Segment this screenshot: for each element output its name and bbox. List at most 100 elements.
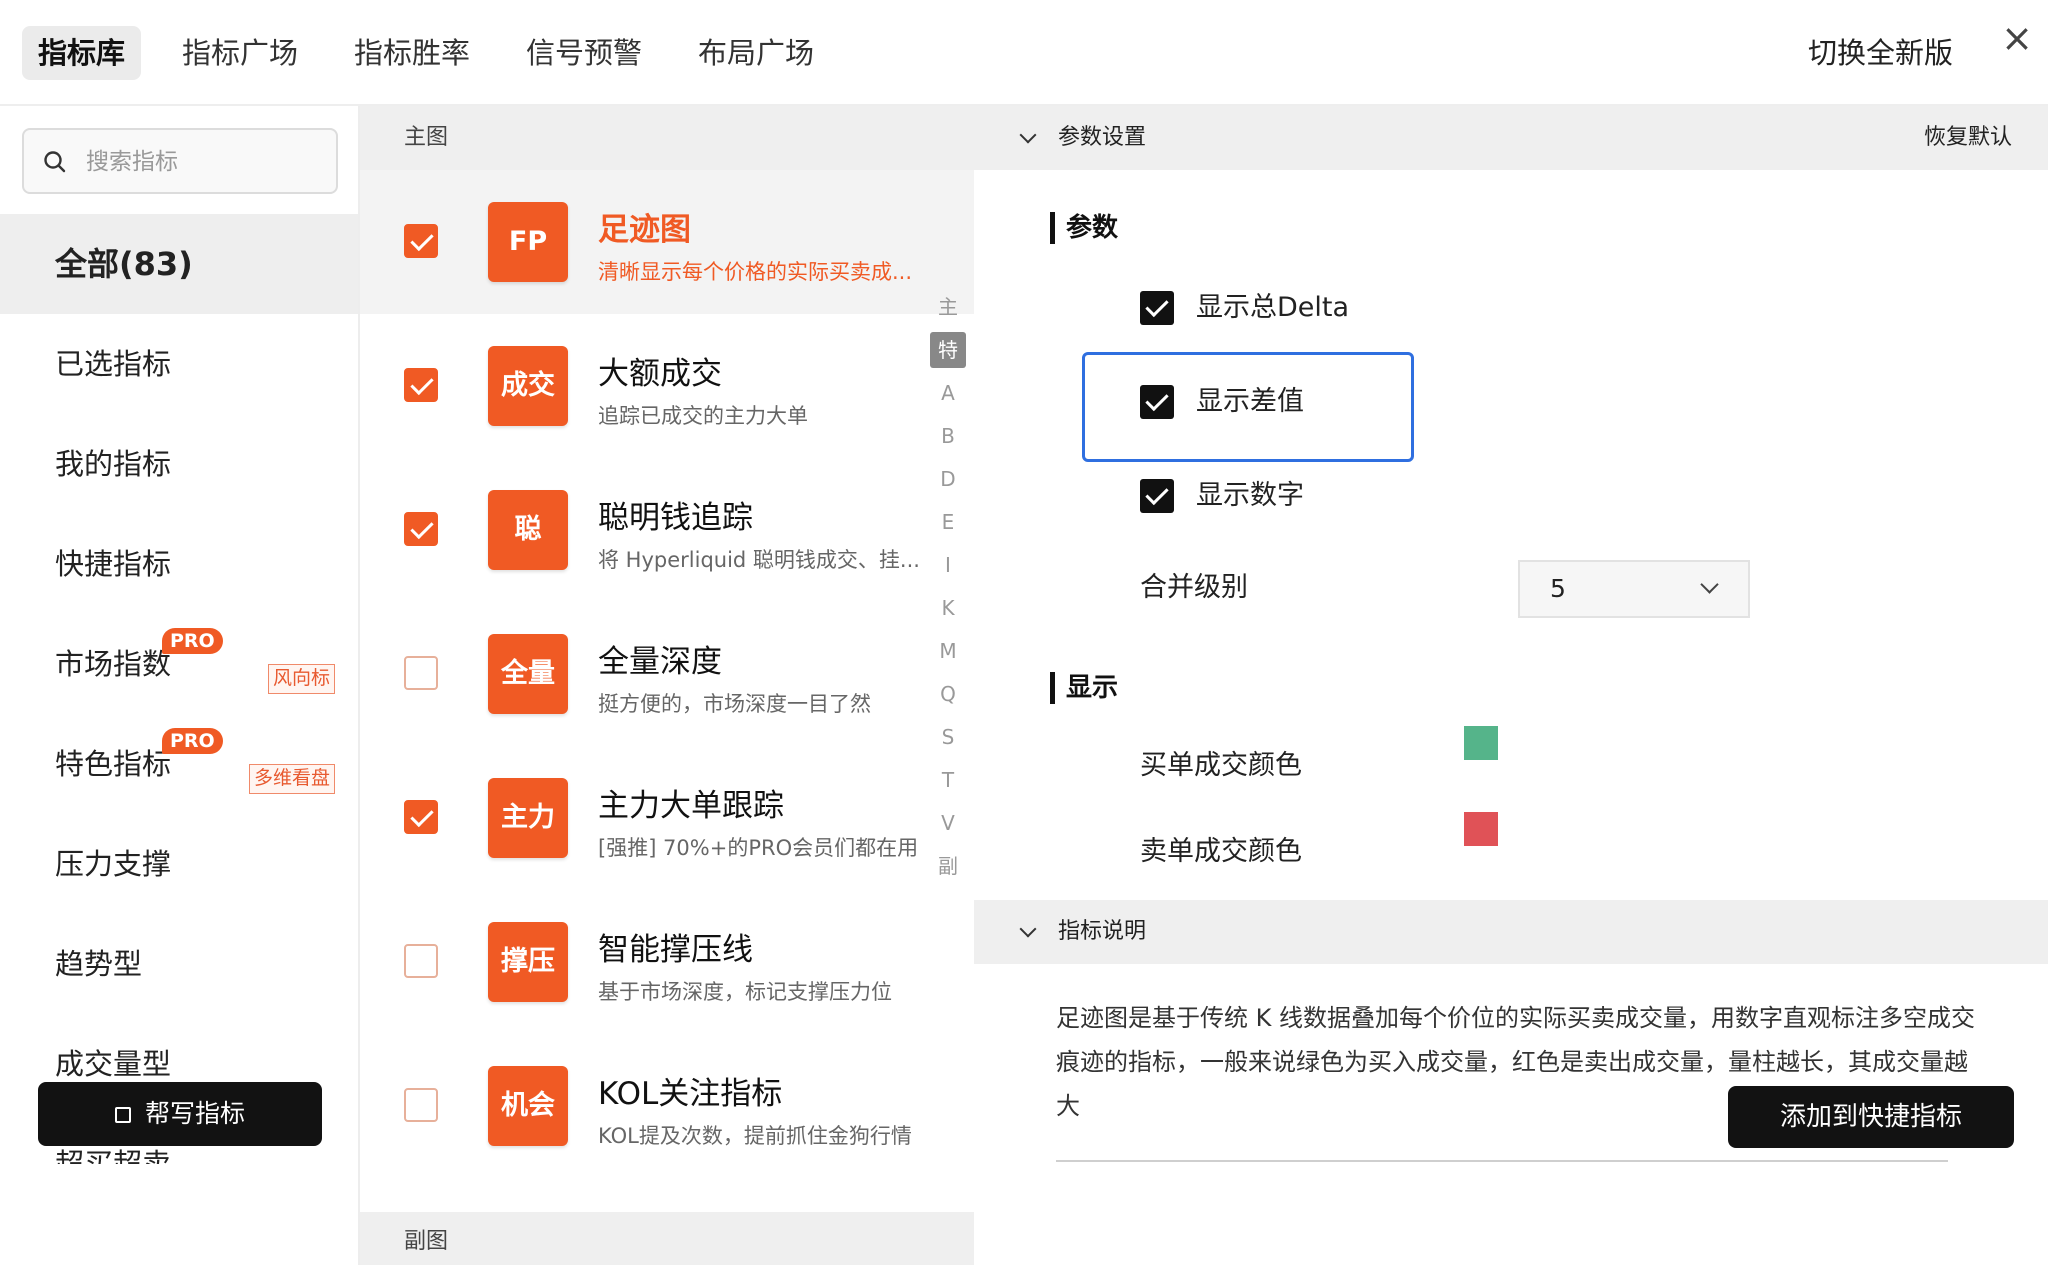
indicator-title: 全量深度: [598, 644, 722, 680]
indicator-row[interactable]: 全量 全量深度 挺方便的，市场深度一目了然: [360, 602, 974, 746]
divider: [1056, 1160, 1948, 1162]
category-pressure-support[interactable]: 压力支撑: [0, 814, 358, 914]
category-label: 趋势型: [55, 947, 143, 981]
search-box[interactable]: [22, 128, 338, 194]
code-icon: [114, 1107, 131, 1123]
buy-color-label: 买单成交颜色: [1140, 750, 1302, 781]
pro-badge: PRO: [162, 628, 223, 654]
params-header[interactable]: 参数设置 恢复默认: [974, 106, 2048, 170]
alpha-index-item[interactable]: 主: [930, 286, 966, 329]
merge-level-label: 合并级别: [1140, 572, 1248, 603]
close-icon[interactable]: ×: [2000, 18, 2034, 58]
category-label: 特色指标: [55, 747, 172, 781]
params-header-title: 参数设置: [1058, 125, 1147, 150]
indicator-row[interactable]: FP 足迹图 清晰显示每个价格的实际买卖成...: [360, 170, 974, 314]
indicator-desc: 将 Hyperliquid 聪明钱成交、挂...: [598, 548, 920, 572]
chevron-down-icon: [1019, 126, 1037, 144]
alpha-index-item[interactable]: M: [930, 630, 966, 673]
indicator-settings-panel: 参数设置 恢复默认 参数 显示总Delta 显示差值 显示数字 合并级别 5 显…: [974, 106, 2048, 1265]
option-label: 显示数字: [1196, 480, 1304, 511]
buy-color-swatch[interactable]: [1464, 726, 1498, 760]
help-write-indicator-button[interactable]: 帮写指标: [38, 1082, 322, 1146]
indicator-checkbox[interactable]: [404, 656, 438, 690]
group-title-display: 显示: [1050, 672, 1118, 704]
indicator-row[interactable]: 聪 聪明钱追踪 将 Hyperliquid 聪明钱成交、挂...: [360, 458, 974, 602]
tab-indicator-library[interactable]: 指标库: [22, 26, 142, 80]
category-market-index[interactable]: 市场指数 PRO 风向标: [0, 614, 358, 714]
indicator-checkbox[interactable]: [404, 944, 438, 978]
indicator-title: 足迹图: [598, 212, 691, 248]
indicator-checkbox[interactable]: [404, 1088, 438, 1122]
switch-new-version-link[interactable]: 切换全新版: [1808, 28, 1953, 78]
indicator-checkbox[interactable]: [404, 224, 438, 258]
category-mine[interactable]: 我的指标: [0, 414, 358, 514]
alpha-index-item[interactable]: A: [930, 372, 966, 415]
alphabet-index: 主 特 A B D E I K M Q S T V 副: [930, 286, 966, 888]
indicator-badge: 主力: [488, 778, 568, 858]
alpha-index-item[interactable]: K: [930, 587, 966, 630]
search-icon: [44, 151, 66, 173]
indicator-checkbox[interactable]: [404, 512, 438, 546]
search-input[interactable]: [86, 140, 326, 184]
indicator-desc: 清晰显示每个价格的实际买卖成...: [598, 260, 913, 284]
indicator-badge: 机会: [488, 1066, 568, 1146]
category-sidebar: 全部(83) 已选指标 我的指标 快捷指标 市场指数 PRO 风向标 特色指标 …: [0, 106, 360, 1265]
category-label: 已选指标: [55, 347, 172, 381]
alpha-index-item[interactable]: I: [930, 544, 966, 587]
tab-layout-square[interactable]: 布局广场: [682, 26, 830, 80]
indicator-desc: 追踪已成交的主力大单: [598, 404, 808, 428]
alpha-index-item-current[interactable]: 特: [930, 332, 966, 368]
indicator-row[interactable]: 机会 KOL关注指标 KOL提及次数，提前抓住金狗行情: [360, 1034, 974, 1178]
alpha-index-item[interactable]: V: [930, 802, 966, 845]
indicator-desc: KOL提及次数，提前抓住金狗行情: [598, 1124, 912, 1148]
indicator-title: KOL关注指标: [598, 1076, 783, 1112]
tab-signal-alert[interactable]: 信号预警: [510, 26, 658, 80]
tab-indicator-winrate[interactable]: 指标胜率: [338, 26, 486, 80]
indicator-desc: [强推] 70%+的PRO会员们都在用: [598, 836, 919, 860]
option-label: 显示总Delta: [1196, 292, 1350, 323]
sell-color-swatch[interactable]: [1464, 812, 1498, 846]
indicator-badge: FP: [488, 202, 568, 282]
merge-level-select[interactable]: 5: [1518, 560, 1750, 618]
category-trend[interactable]: 趋势型: [0, 914, 358, 1014]
alpha-index-item[interactable]: B: [930, 415, 966, 458]
sell-color-label: 卖单成交颜色: [1140, 836, 1302, 867]
category-tag: 多维看盘: [249, 764, 336, 794]
alpha-index-item[interactable]: 副: [930, 845, 966, 888]
indicator-checkbox[interactable]: [404, 800, 438, 834]
chevron-down-icon: [1019, 920, 1037, 938]
add-to-quick-indicators-button[interactable]: 添加到快捷指标: [1728, 1086, 2014, 1148]
indicator-title: 智能撑压线: [598, 932, 753, 968]
category-tag: 风向标: [268, 664, 336, 694]
indicator-row[interactable]: 主力 主力大单跟踪 [强推] 70%+的PRO会员们都在用: [360, 746, 974, 890]
alpha-index-item[interactable]: T: [930, 759, 966, 802]
option-checkbox[interactable]: [1140, 385, 1174, 419]
category-selected[interactable]: 已选指标: [0, 314, 358, 414]
indicator-row[interactable]: 成交 大额成交 追踪已成交的主力大单: [360, 314, 974, 458]
category-all[interactable]: 全部(83): [0, 214, 358, 314]
option-label: 显示差值: [1196, 386, 1304, 417]
reset-default-button[interactable]: 恢复默认: [1924, 106, 2012, 170]
indicator-title: 主力大单跟踪: [598, 788, 784, 824]
indicator-row[interactable]: 撑压 智能撑压线 基于市场深度，标记支撑压力位: [360, 890, 974, 1034]
help-button-label: 帮写指标: [144, 1099, 245, 1128]
tab-indicator-square[interactable]: 指标广场: [166, 26, 314, 80]
option-checkbox[interactable]: [1140, 479, 1174, 513]
alpha-index-item[interactable]: Q: [930, 673, 966, 716]
pro-badge: PRO: [162, 728, 223, 754]
description-header[interactable]: 指标说明: [974, 900, 2048, 964]
indicator-title: 聪明钱追踪: [598, 500, 753, 536]
category-featured[interactable]: 特色指标 PRO 多维看盘: [0, 714, 358, 814]
indicator-list: 主图 FP 足迹图 清晰显示每个价格的实际买卖成... 成交 大额成交 追踪已成…: [360, 106, 974, 1265]
option-checkbox[interactable]: [1140, 291, 1174, 325]
description-header-title: 指标说明: [1058, 919, 1147, 944]
indicator-checkbox[interactable]: [404, 368, 438, 402]
alpha-index-item[interactable]: D: [930, 458, 966, 501]
alpha-index-item[interactable]: E: [930, 501, 966, 544]
category-label: 全部(83): [55, 245, 193, 283]
merge-level-value: 5: [1550, 574, 1566, 603]
alpha-index-item[interactable]: S: [930, 716, 966, 759]
indicator-desc: 基于市场深度，标记支撑压力位: [598, 980, 892, 1004]
group-title-params: 参数: [1050, 212, 1118, 244]
category-quick[interactable]: 快捷指标: [0, 514, 358, 614]
